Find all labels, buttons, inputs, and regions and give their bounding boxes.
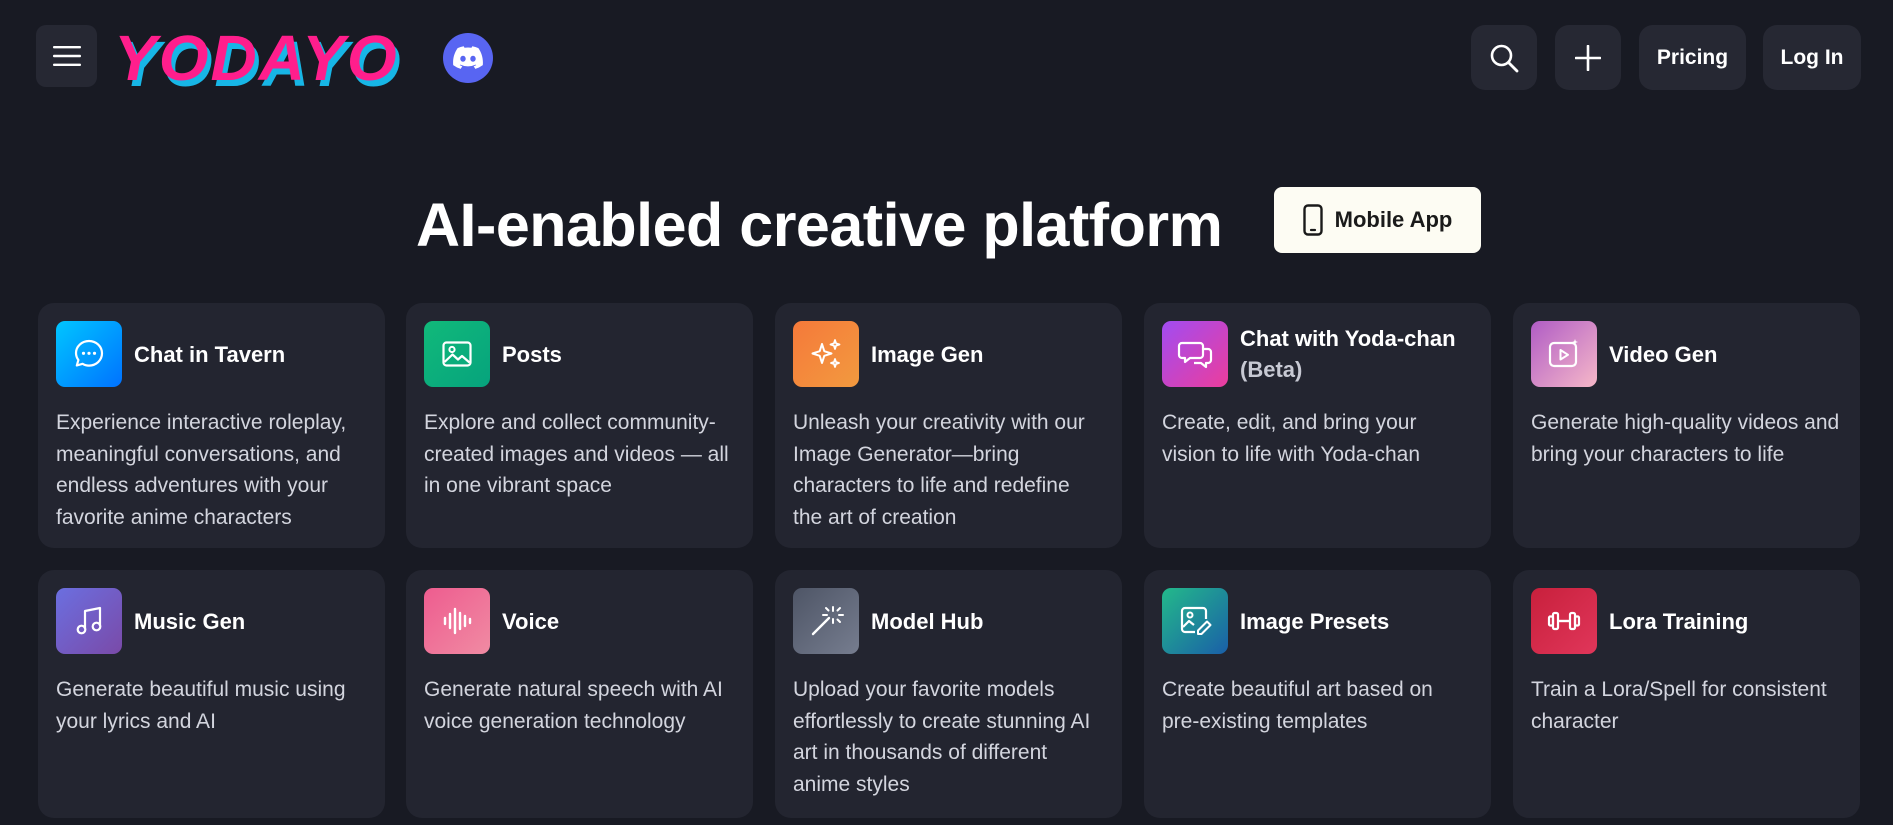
feature-description: Generate high-quality videos and bring y… <box>1531 411 1840 466</box>
feature-card-image-presets[interactable]: Image Presets Create beautiful art based… <box>1144 570 1491 818</box>
chat-bubble-icon <box>56 321 122 387</box>
feature-description: Create, edit, and bring your vision to l… <box>1162 411 1420 466</box>
feature-card-chat-with-yoda-chan[interactable]: Chat with Yoda-chan (Beta) Create, edit,… <box>1144 303 1491 548</box>
feature-title: Video Gen <box>1609 341 1718 367</box>
feature-card-model-hub[interactable]: Model Hub Upload your favorite models ef… <box>775 570 1122 818</box>
beta-label: (Beta) <box>1240 357 1303 382</box>
video-play-icon <box>1531 321 1597 387</box>
mobile-app-button[interactable]: Mobile App <box>1274 187 1481 253</box>
smartphone-icon <box>1302 204 1323 236</box>
feature-card-voice[interactable]: Voice Generate natural speech with AI vo… <box>406 570 753 818</box>
menu-button[interactable] <box>36 25 97 87</box>
logo-text: YODAYO <box>114 22 399 94</box>
feature-title: Image Gen <box>871 341 984 367</box>
page-title: AI-enabled creative platform <box>416 191 1223 259</box>
image-edit-icon <box>1162 588 1228 654</box>
feature-card-video-gen[interactable]: Video Gen Generate high-quality videos a… <box>1513 303 1860 548</box>
dumbbell-icon <box>1531 588 1597 654</box>
image-icon <box>424 321 490 387</box>
feature-description: Generate natural speech with AI voice ge… <box>424 678 723 733</box>
feature-description: Train a Lora/Spell for consistent charac… <box>1531 678 1827 733</box>
feature-title: Lora Training <box>1609 608 1749 634</box>
feature-title: Voice <box>502 608 560 634</box>
feature-description: Create beautiful art based on pre-existi… <box>1162 678 1433 733</box>
discord-icon <box>453 46 483 69</box>
login-button[interactable]: Log In <box>1763 25 1861 90</box>
feature-card-lora-training[interactable]: Lora Training Train a Lora/Spell for con… <box>1513 570 1860 818</box>
feature-description: Unleash your creativity with our Image G… <box>793 411 1085 529</box>
feature-description: Explore and collect community-created im… <box>424 411 729 497</box>
feature-title: Model Hub <box>871 608 984 634</box>
feature-description: Experience interactive roleplay, meaning… <box>56 411 347 529</box>
discord-button[interactable] <box>443 33 493 83</box>
top-bar: YODAYO YODAYO Pricing Log In <box>0 0 1893 116</box>
feature-title: Chat with Yoda-chan (Beta) <box>1240 323 1456 385</box>
feature-card-music-gen[interactable]: Music Gen Generate beautiful music using… <box>38 570 385 818</box>
yodayo-logo[interactable]: YODAYO YODAYO <box>112 20 428 94</box>
audio-waveform-icon <box>424 588 490 654</box>
feature-card-image-gen[interactable]: Image Gen Unleash your creativity with o… <box>775 303 1122 548</box>
pricing-button[interactable]: Pricing <box>1639 25 1746 90</box>
search-button[interactable] <box>1471 25 1537 90</box>
feature-description: Upload your favorite models effortlessly… <box>793 678 1091 796</box>
mobile-app-label: Mobile App <box>1334 207 1453 232</box>
feature-title: Posts <box>502 341 562 367</box>
hamburger-menu-icon <box>52 46 81 66</box>
search-icon <box>1490 44 1519 72</box>
feature-card-chat-in-tavern[interactable]: Chat in Tavern Experience interactive ro… <box>38 303 385 548</box>
magic-wand-icon <box>793 588 859 654</box>
sparkles-icon <box>793 321 859 387</box>
feature-title-text: Chat with Yoda-chan <box>1240 326 1456 351</box>
feature-card-posts[interactable]: Posts Explore and collect community-crea… <box>406 303 753 548</box>
feature-title: Image Presets <box>1240 608 1390 634</box>
plus-icon <box>1575 44 1601 71</box>
music-note-icon <box>56 588 122 654</box>
feature-title: Chat in Tavern <box>134 341 286 367</box>
create-button[interactable] <box>1555 25 1621 90</box>
feature-title: Music Gen <box>134 608 246 634</box>
hero-section: AI-enabled creative platform Mobile App <box>0 180 1893 270</box>
feature-description: Generate beautiful music using your lyri… <box>56 678 346 733</box>
messages-icon <box>1162 321 1228 387</box>
